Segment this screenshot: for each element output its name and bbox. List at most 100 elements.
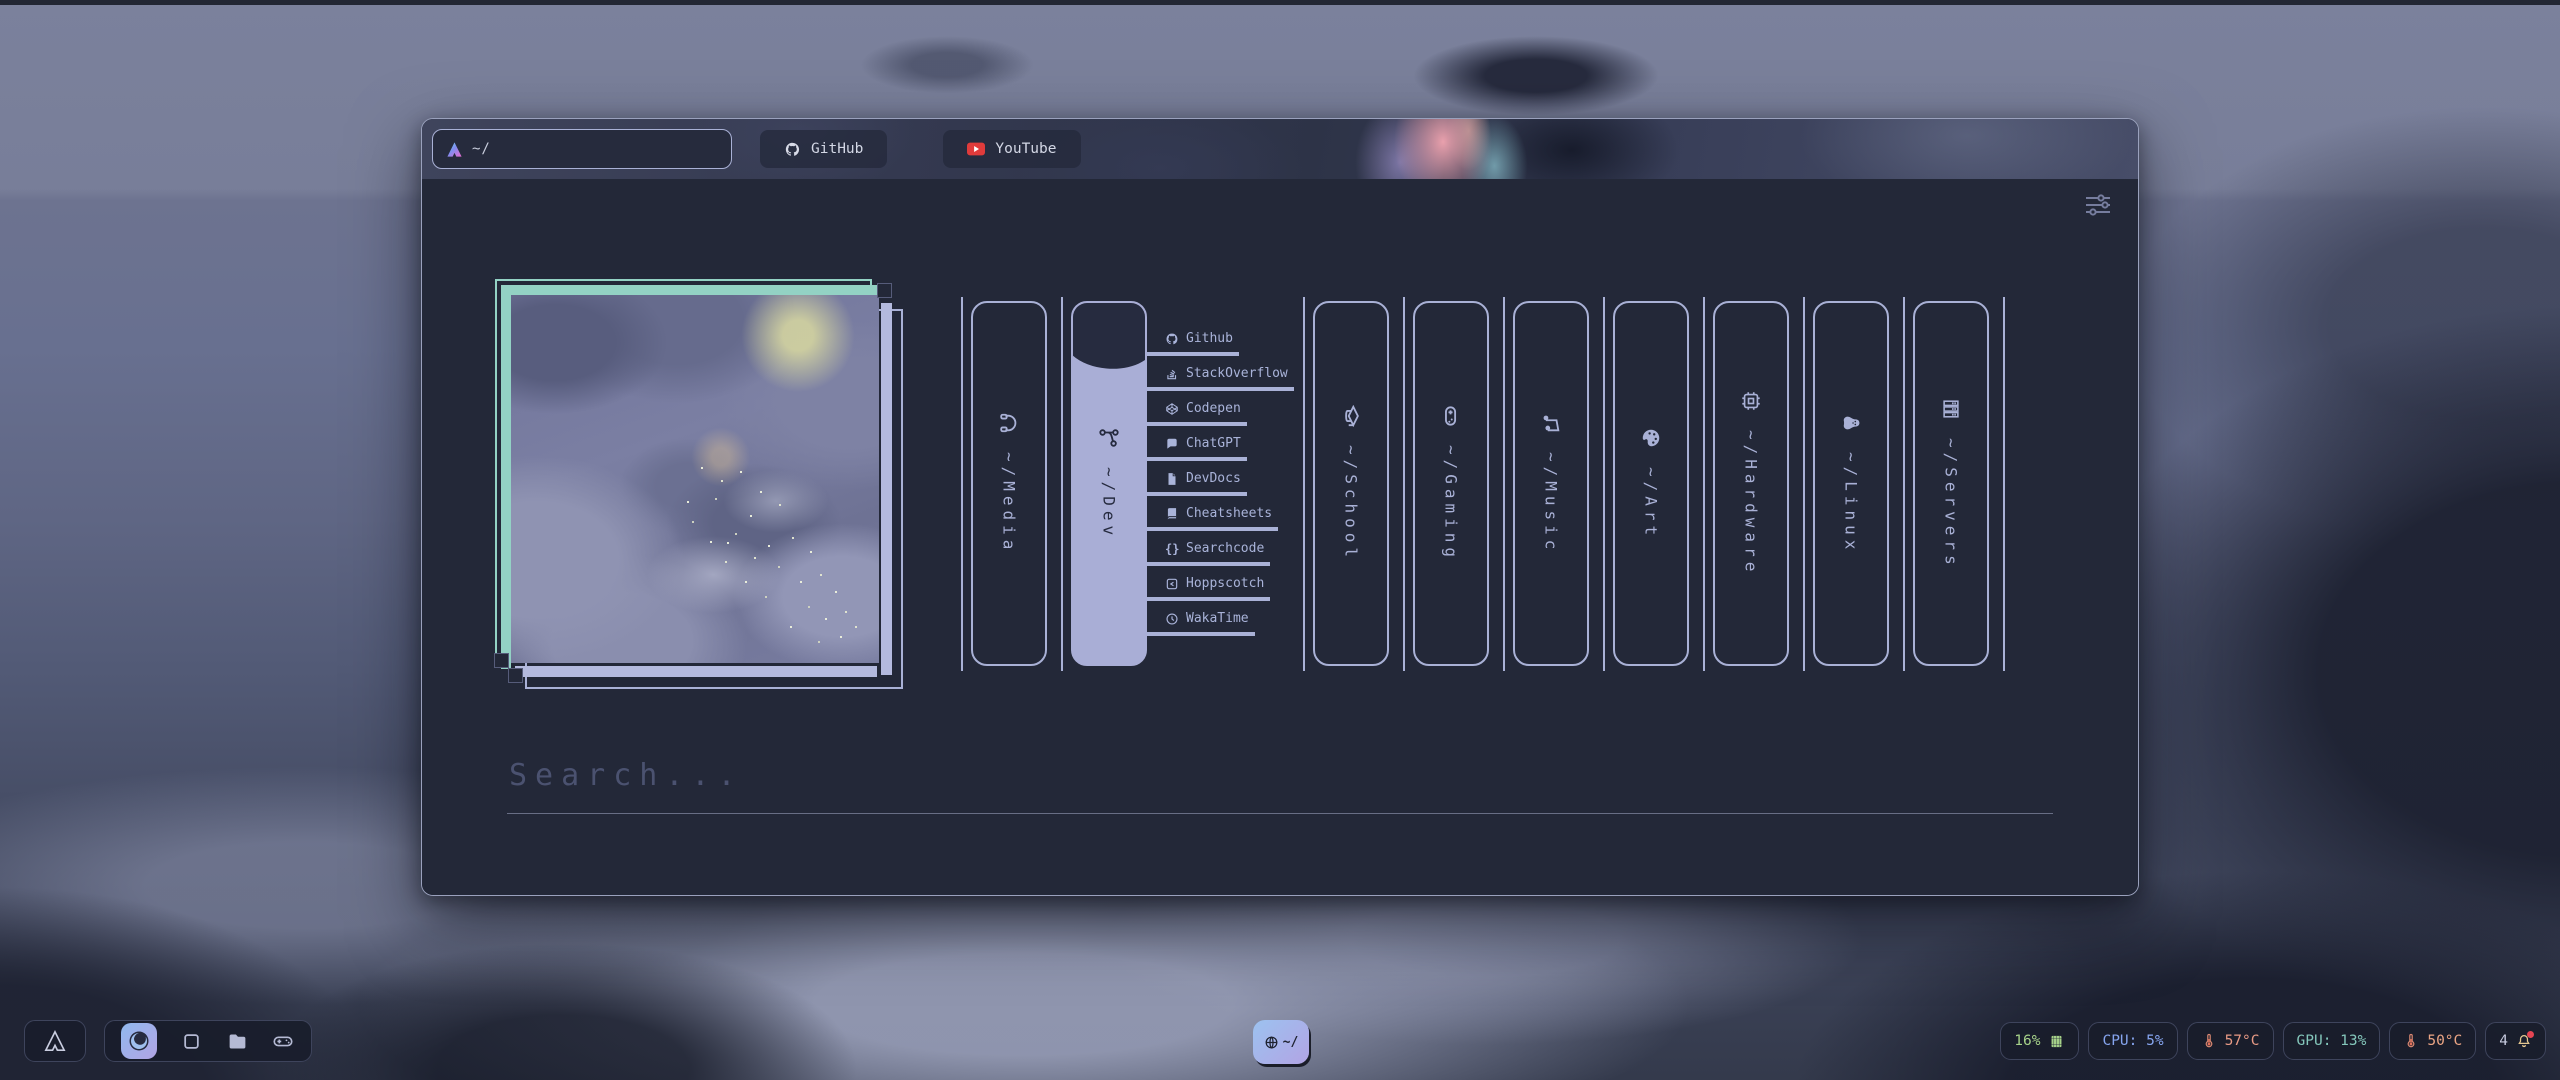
stars: [511, 295, 513, 297]
book-label: ~/Gaming: [1442, 445, 1461, 562]
palette-icon: [1640, 427, 1662, 449]
arch-logo-icon: [44, 1030, 66, 1052]
dock-games[interactable]: [271, 1029, 295, 1053]
frame-handle: [494, 653, 509, 668]
notifications-chip[interactable]: 4: [2485, 1022, 2546, 1060]
shelf-line: [1703, 297, 1705, 671]
memory-icon: [2048, 1033, 2065, 1050]
book-servers[interactable]: ~/Servers: [1903, 301, 2003, 666]
dev-link-hoppscotch[interactable]: Hoppscotch: [1147, 576, 1270, 601]
browser-window: GitHub YouTube: [421, 118, 2139, 896]
stackoverflow-icon: [1165, 367, 1179, 381]
dev-link-github[interactable]: Github: [1147, 331, 1239, 356]
dev-link-cheatsheets[interactable]: Cheatsheets: [1147, 506, 1278, 531]
frame-handle: [508, 668, 523, 683]
book-dev[interactable]: ~/Dev: [1061, 301, 1147, 666]
book-label: ~/School: [1342, 445, 1361, 562]
codepen-icon: [1165, 402, 1179, 416]
tab-bar: GitHub YouTube: [422, 119, 2138, 179]
dev-link-label: Github: [1186, 331, 1233, 346]
book-label: ~/Art: [1642, 467, 1661, 540]
gpu-temp-chip[interactable]: 50°C: [2389, 1022, 2476, 1060]
book-label: ~/Linux: [1842, 452, 1861, 554]
thermometer-icon: [2201, 1033, 2217, 1049]
cpu-temp-value: 57°C: [2225, 1033, 2260, 1049]
shelf-line: [1603, 297, 1605, 671]
book-hardware[interactable]: ~/Hardware: [1703, 301, 1803, 666]
lavender-band: [881, 303, 892, 675]
book-music[interactable]: ~/Music: [1503, 301, 1603, 666]
braces-icon: {}: [1165, 542, 1179, 556]
sliders-icon[interactable]: [2084, 193, 2112, 217]
book-gaming[interactable]: ~/Gaming: [1403, 301, 1503, 666]
shelf-line: [2003, 297, 2005, 671]
arch-logo-icon: [446, 141, 463, 158]
search-input[interactable]: [507, 758, 2053, 814]
book-art[interactable]: ~/Art: [1603, 301, 1703, 666]
dev-link-label: StackOverflow: [1186, 366, 1288, 381]
dev-link-label: WakaTime: [1186, 611, 1249, 626]
active-window-label: ~/: [1283, 1035, 1299, 1050]
dev-link-label: Searchcode: [1186, 541, 1264, 556]
dev-link-chatgpt[interactable]: ChatGPT: [1147, 436, 1247, 461]
dev-link-wakatime[interactable]: WakaTime: [1147, 611, 1255, 636]
chat-bubble-icon: [1165, 437, 1179, 451]
shelf-line: [1803, 297, 1805, 671]
book-media[interactable]: ~/Media: [961, 301, 1061, 666]
dev-link-label: ChatGPT: [1186, 436, 1241, 451]
shelf-line: [961, 297, 963, 671]
globe-icon: [1264, 1035, 1279, 1050]
dock-files[interactable]: [225, 1029, 249, 1053]
book-label: ~/Media: [1000, 452, 1019, 554]
gpu-usage-chip[interactable]: GPU: 13%: [2283, 1022, 2381, 1060]
taskbar-left: [24, 1020, 312, 1062]
url-input[interactable]: [472, 141, 718, 157]
gamepad-icon: [1440, 405, 1462, 427]
dock-terminal[interactable]: [179, 1029, 203, 1053]
notification-count: 4: [2499, 1033, 2508, 1049]
shelf-line: [1503, 297, 1505, 671]
dev-links: Github StackOverflow: [1147, 301, 1289, 666]
shelf-line: [1403, 297, 1405, 671]
folder-icon: [227, 1031, 248, 1052]
dock-firefox[interactable]: [121, 1023, 157, 1059]
document-icon: [1165, 472, 1179, 486]
cpu-usage-value: CPU: 5%: [2102, 1033, 2163, 1049]
dev-link-searchcode[interactable]: {} Searchcode: [1147, 541, 1270, 566]
tab-youtube[interactable]: YouTube: [943, 130, 1080, 168]
thermometer-icon: [2403, 1033, 2419, 1049]
dev-link-label: Codepen: [1186, 401, 1241, 416]
ram-usage-value: 16%: [2014, 1033, 2040, 1049]
taskbar-active-window[interactable]: ~/: [1253, 1020, 1309, 1064]
book-icon: [1165, 507, 1179, 521]
main-row: ~/Media ~/Dev: [507, 275, 2053, 666]
launcher-button[interactable]: [24, 1020, 86, 1062]
cpu-usage-chip[interactable]: CPU: 5%: [2088, 1022, 2177, 1060]
book-label: ~/Hardware: [1742, 430, 1761, 576]
tab-github[interactable]: GitHub: [760, 130, 887, 168]
url-bar[interactable]: [432, 129, 732, 169]
book-linux[interactable]: ~/Linux: [1803, 301, 1903, 666]
ram-usage-chip[interactable]: 16%: [2000, 1022, 2079, 1060]
cpu-temp-chip[interactable]: 57°C: [2187, 1022, 2274, 1060]
music-note-icon: [1540, 412, 1562, 434]
dev-link-stackoverflow[interactable]: StackOverflow: [1147, 366, 1294, 391]
bookshelf: ~/Media ~/Dev: [961, 301, 2013, 666]
startpage: ~/Media ~/Dev: [422, 179, 2138, 895]
server-rack-icon: [1940, 398, 1962, 420]
dev-link-label: DevDocs: [1186, 471, 1241, 486]
tab-label: GitHub: [811, 141, 863, 157]
system-stats: 16% CPU: 5% 57°C GPU: 13% 50°C: [2000, 1022, 2546, 1060]
github-favicon: [784, 141, 801, 158]
dev-link-devdocs[interactable]: DevDocs: [1147, 471, 1247, 496]
youtube-favicon: [967, 142, 985, 156]
bell-icon: [2516, 1033, 2532, 1049]
search-bar: [507, 758, 2053, 814]
book-school[interactable]: ~/School: [1303, 301, 1403, 666]
window-icon: [182, 1032, 201, 1051]
gpu-usage-value: GPU: 13%: [2297, 1033, 2367, 1049]
cloud-painting: [511, 295, 879, 663]
dev-link-codepen[interactable]: Codepen: [1147, 401, 1247, 426]
shelf-line: [1903, 297, 1905, 671]
lavender-band: [515, 666, 877, 677]
